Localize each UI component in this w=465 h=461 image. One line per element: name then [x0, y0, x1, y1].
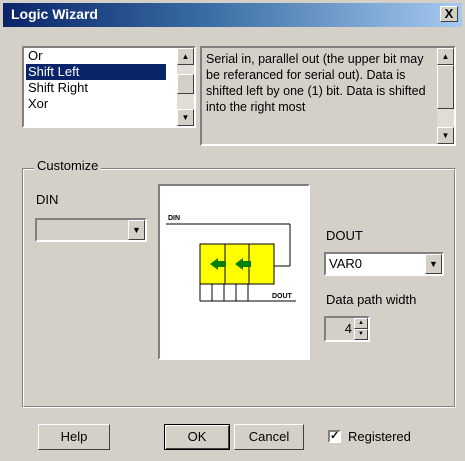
list-item-shift-left[interactable]: Shift Left [26, 64, 166, 80]
description-scrollbar[interactable]: ▲ ▼ [437, 48, 454, 144]
close-icon[interactable]: X [440, 6, 458, 22]
shift-register-diagram: DIN DOUT [158, 184, 310, 360]
scroll-thumb[interactable] [437, 65, 454, 109]
din-select[interactable]: ▼ [35, 218, 147, 242]
data-path-width-label: Data path width [326, 292, 417, 307]
function-listbox[interactable]: Or Shift Left Shift Right Xor ▲ ▼ [22, 46, 196, 128]
data-path-width-spinner[interactable]: 4 ▲ ▼ [324, 316, 370, 342]
description-text: Serial in, parallel out (the upper bit m… [206, 52, 426, 114]
arrow-up-icon[interactable]: ▲ [177, 48, 194, 65]
registered-checkbox[interactable]: ✓ [328, 430, 341, 443]
help-button[interactable]: Help [38, 424, 110, 450]
spin-up-icon[interactable]: ▲ [354, 318, 368, 329]
arrow-up-icon[interactable]: ▲ [437, 48, 454, 65]
diagram-dout-text: DOUT [272, 293, 293, 300]
list-scrollbar[interactable]: ▲ ▼ [177, 48, 194, 126]
title-bar[interactable]: Logic Wizard X [3, 3, 462, 27]
registered-label: Registered [348, 429, 411, 444]
dout-select[interactable]: VAR0 ▼ [324, 252, 444, 276]
scroll-thumb[interactable] [177, 74, 194, 94]
list-item-or[interactable]: Or [26, 48, 166, 64]
diagram-din-text: DIN [168, 215, 180, 222]
window-title: Logic Wizard [11, 6, 98, 22]
arrow-down-icon[interactable]: ▼ [177, 109, 194, 126]
ok-button[interactable]: OK [164, 424, 230, 450]
arrow-down-icon[interactable]: ▼ [437, 127, 454, 144]
description-box: Serial in, parallel out (the upper bit m… [200, 46, 456, 146]
list-item-shift-right[interactable]: Shift Right [26, 80, 166, 96]
diagram-svg: DIN DOUT [166, 215, 296, 302]
list-item-xor[interactable]: Xor [26, 96, 166, 112]
chevron-down-icon[interactable]: ▼ [128, 220, 145, 240]
dout-select-value: VAR0 [329, 256, 362, 271]
spin-down-icon[interactable]: ▼ [354, 329, 368, 340]
logic-wizard-dialog: Logic Wizard X Or Shift Left Shift Right… [0, 0, 465, 461]
customize-group-label: Customize [34, 158, 102, 173]
dout-label: DOUT [326, 228, 363, 243]
chevron-down-icon[interactable]: ▼ [425, 254, 442, 274]
data-path-width-value[interactable]: 4 [345, 321, 352, 336]
din-label: DIN [36, 192, 59, 207]
cancel-button[interactable]: Cancel [234, 424, 304, 450]
